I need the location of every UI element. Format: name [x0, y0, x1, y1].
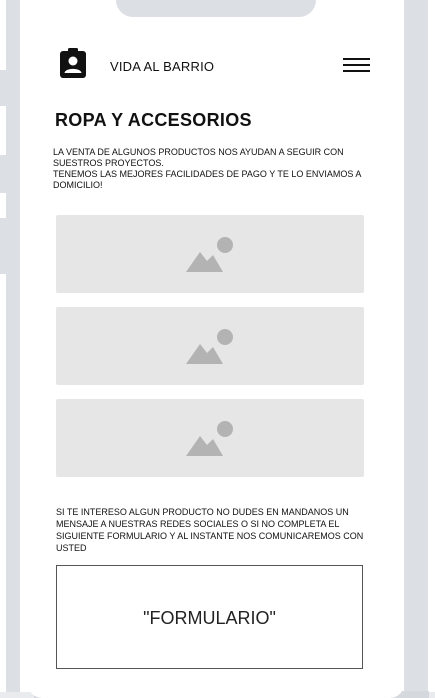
page-title: ROPA Y ACCESORIOS [55, 110, 252, 130]
frame-left-notch [0, 218, 6, 274]
clipboard-user-icon [59, 48, 87, 78]
frame-left-notch [0, 70, 6, 106]
frame-right-rail [404, 0, 428, 698]
phone-notch [116, 0, 316, 17]
image-placeholder-icon [186, 237, 233, 272]
contact-line: SI TE INTERESO ALGUN PRODUCTO NO DUDES E… [56, 507, 349, 517]
contact-line: SIGUIENTE FORMULARIO Y AL INSTANTE NOS C… [56, 531, 364, 541]
image-placeholder-icon [186, 329, 233, 364]
contact-text: SI TE INTERESO ALGUN PRODUCTO NO DUDES E… [56, 506, 376, 554]
product-image-placeholder[interactable] [56, 307, 364, 385]
intro-line: DOMICILIO! [53, 180, 103, 190]
product-image-placeholder[interactable] [56, 399, 364, 477]
intro-line: LA VENTA DE ALGUNOS PRODUCTOS NOS AYUDAN… [53, 147, 344, 157]
form-placeholder-label: "FORMULARIO" [143, 608, 276, 628]
intro-line: SUESTROS PROYECTOS. [53, 158, 164, 168]
brand-name: VIDA AL BARRIO [110, 59, 215, 74]
frame-right-edge [428, 0, 435, 698]
product-image-placeholder[interactable] [56, 215, 364, 293]
frame-left-rail [6, 0, 20, 698]
image-placeholder-icon [186, 421, 233, 456]
contact-line: MENSAJE A NUESTRAS REDES SOCIALES O SI N… [56, 519, 340, 529]
contact-line: USTED [56, 543, 87, 553]
hamburger-menu-icon[interactable] [341, 56, 371, 74]
intro-text: LA VENTA DE ALGUNOS PRODUCTOS NOS AYUDAN… [53, 147, 373, 191]
contact-form-placeholder[interactable]: "FORMULARIO" [56, 565, 363, 669]
frame-left-notch [0, 155, 6, 193]
intro-line: TENEMOS LAS MEJORES FACILIDADES DE PAGO … [53, 169, 362, 179]
